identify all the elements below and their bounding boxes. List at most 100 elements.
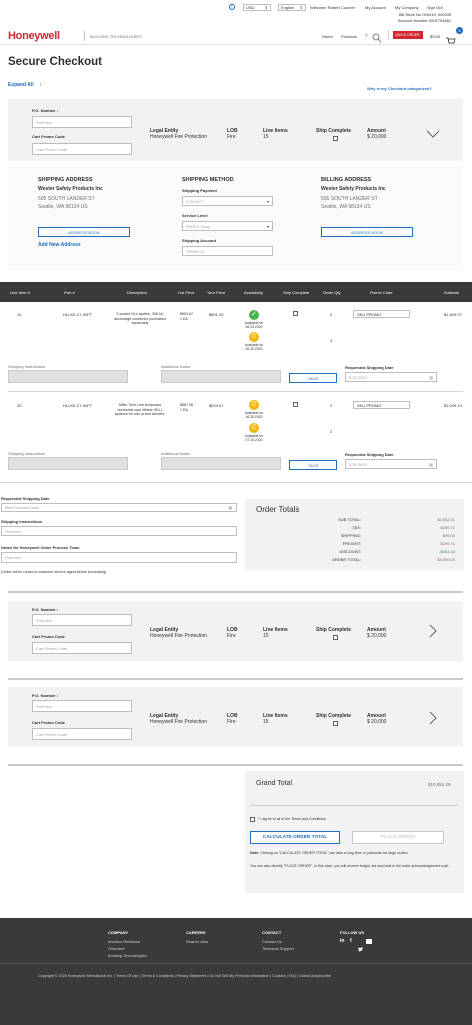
footer-legal-link[interactable]: FAQ [288,974,295,978]
calendar-icon[interactable]: ▦ [228,504,236,512]
footer-link[interactable]: Contact Us [262,939,282,944]
footer-legal-link[interactable]: Global Unsubscribe [299,974,331,978]
quick-order-button[interactable]: QUICK ORDER ▾ [393,31,423,45]
language-select[interactable]: English ⇕ [278,4,306,11]
additional-notes-input[interactable] [161,457,281,470]
po-number-input[interactable]: Print text [32,700,132,712]
facebook-icon[interactable]: f [350,939,352,944]
nav-home[interactable]: Home [322,34,333,39]
shipping-instructions-input[interactable] [8,457,128,470]
my-company-link[interactable]: My Company [395,5,419,10]
chevron-down-icon: ▾ [419,41,421,45]
footer-link[interactable]: Investor Relations [108,939,140,944]
tags-button[interactable]: TAGS [289,460,337,470]
ship-complete-checkbox[interactable] [333,721,338,726]
expand-all-label: Expand All [8,82,34,88]
expand-all-button[interactable]: Expand All › [8,82,41,88]
ship-complete-checkbox[interactable] [293,402,298,407]
promo-code-input[interactable]: SKU PROMO [353,401,410,409]
tags-button[interactable]: TAGS [289,373,337,383]
terms-text[interactable]: * I agree to all of the Terms and Condit… [258,817,326,822]
cart-promo-input[interactable]: Cart Promo Code [32,728,132,740]
cart-promo-label: Cart Promo Code [32,634,65,639]
ship-complete-checkbox[interactable] [333,136,338,141]
billing-address-book-button[interactable]: ADDRESS BOOK [321,227,413,237]
footer-legal-link[interactable]: Terms Of Use [116,974,139,978]
cart-promo-input[interactable]: Cart Promo Code [32,642,132,654]
cart-promo-input[interactable]: Cart Promo Code [32,143,132,155]
footer-link[interactable]: Overview [108,946,125,951]
ship-complete-checkbox[interactable] [333,635,338,640]
calendar-icon[interactable]: ▦ [429,373,436,382]
shipping-payment-select[interactable]: COLLECT ▾ [182,196,273,206]
clock-icon: ⏲ [249,423,259,433]
search-icon[interactable] [372,30,382,43]
calendar-icon[interactable]: ▦ [429,460,436,469]
billing-city: Seattle, WA 98134 US [321,204,371,210]
language-value: English [281,5,295,10]
lob-value: Fire [227,134,236,140]
terms-checkbox[interactable] [250,817,255,822]
order-qty[interactable]: 2 [330,403,332,408]
honeywell-logo[interactable]: Honeywell [8,30,60,42]
youtube-icon[interactable] [366,939,372,951]
twitter-icon[interactable] [358,939,363,952]
col-subtotal: Subtotal [444,290,459,295]
footer-legal-link[interactable]: Terms & Conditions [142,974,174,978]
calculate-total-button[interactable]: CALCULATE ORDER TOTAL [250,831,340,844]
requested-date-input[interactable]: 6.23.2020 ▦ [345,372,437,382]
chevron-down-icon[interactable] [426,126,440,138]
welcome-text: Welcome Robert Counter [310,5,356,10]
billing-address-heading: BILLING ADDRESS [321,177,372,183]
order-qty[interactable]: 2 [330,429,332,434]
footer-company-heading: COMPANY [108,930,129,935]
order-qty[interactable]: 2 [330,312,332,317]
totals-label: ORDER TOTAL: [331,557,361,562]
shipping-account-input[interactable]: FE098710 [182,246,273,256]
shipping-instructions-input[interactable] [8,370,128,383]
order-requested-date-input[interactable]: Best Possible Date ▦ [1,503,237,512]
shipping-instructions-label: Shipping Instructions [8,364,46,369]
requested-date-input[interactable]: 6.30.2020 ▦ [345,459,437,469]
footer-link[interactable]: Building Technologies [108,953,147,958]
promo-code-input[interactable]: SKU PROMO [353,310,410,318]
footer-legal-link[interactable]: Privacy Statement [177,974,207,978]
part-number: HLLKE-27-90FT [63,403,93,408]
list-price: $887.06 1 EA [180,403,193,412]
order-shipping-instructions-input[interactable]: Print text [1,526,237,536]
cart-icon[interactable] [446,32,456,45]
footer-link[interactable]: Search Jobs [186,939,208,944]
cart-total: $0.00 [430,34,441,39]
info-icon[interactable]: i [229,4,235,10]
footer-legal-link[interactable]: Do Not Sell My Personal Information [209,974,269,978]
po-number-input[interactable]: Print text [32,116,132,128]
line-number: 10 [17,312,22,317]
sign-out-link[interactable]: Sign Out [427,5,443,10]
chevron-right-icon[interactable] [428,711,438,725]
order-notes-input[interactable]: Print text [1,552,237,563]
ship-complete-label: Ship Complete [316,128,352,134]
service-level-select[interactable]: FEDEX 2Day ▾ [182,221,273,231]
shipping-account-label: Shipping Account [182,238,217,243]
additional-notes-input[interactable] [161,370,281,383]
linkedin-icon[interactable]: in [340,939,344,944]
footer [0,918,472,1025]
currency-select[interactable]: USD ⇕ [243,4,271,11]
chevron-right-icon[interactable] [428,624,438,638]
line-items-value: 15 [263,134,269,140]
place-order-button[interactable]: PLACE ORDER [352,831,444,844]
footer-legal-link[interactable]: Cookies [272,974,285,978]
why-categorized-link[interactable]: Why is my Checkout categorized? [367,86,432,91]
ship-complete-checkbox[interactable] [293,311,298,316]
col-part: Part # [64,290,75,295]
order-qty[interactable]: 3 [330,338,332,343]
add-new-address-link[interactable]: Add New Address [38,243,81,248]
footer-link[interactable]: Technical Support [262,946,294,951]
col-your-price: Your Price [207,290,226,295]
shipping-address-book-button[interactable]: ADDRESS BOOK [38,227,130,237]
footer-contact-heading: CONTACT [262,930,282,935]
nav-products[interactable]: Products [341,34,357,39]
shipping-address-heading: SHIPPING ADDRESS [38,177,93,183]
my-account-link[interactable]: My Account [365,5,386,10]
po-number-input[interactable]: Print text [32,614,132,626]
